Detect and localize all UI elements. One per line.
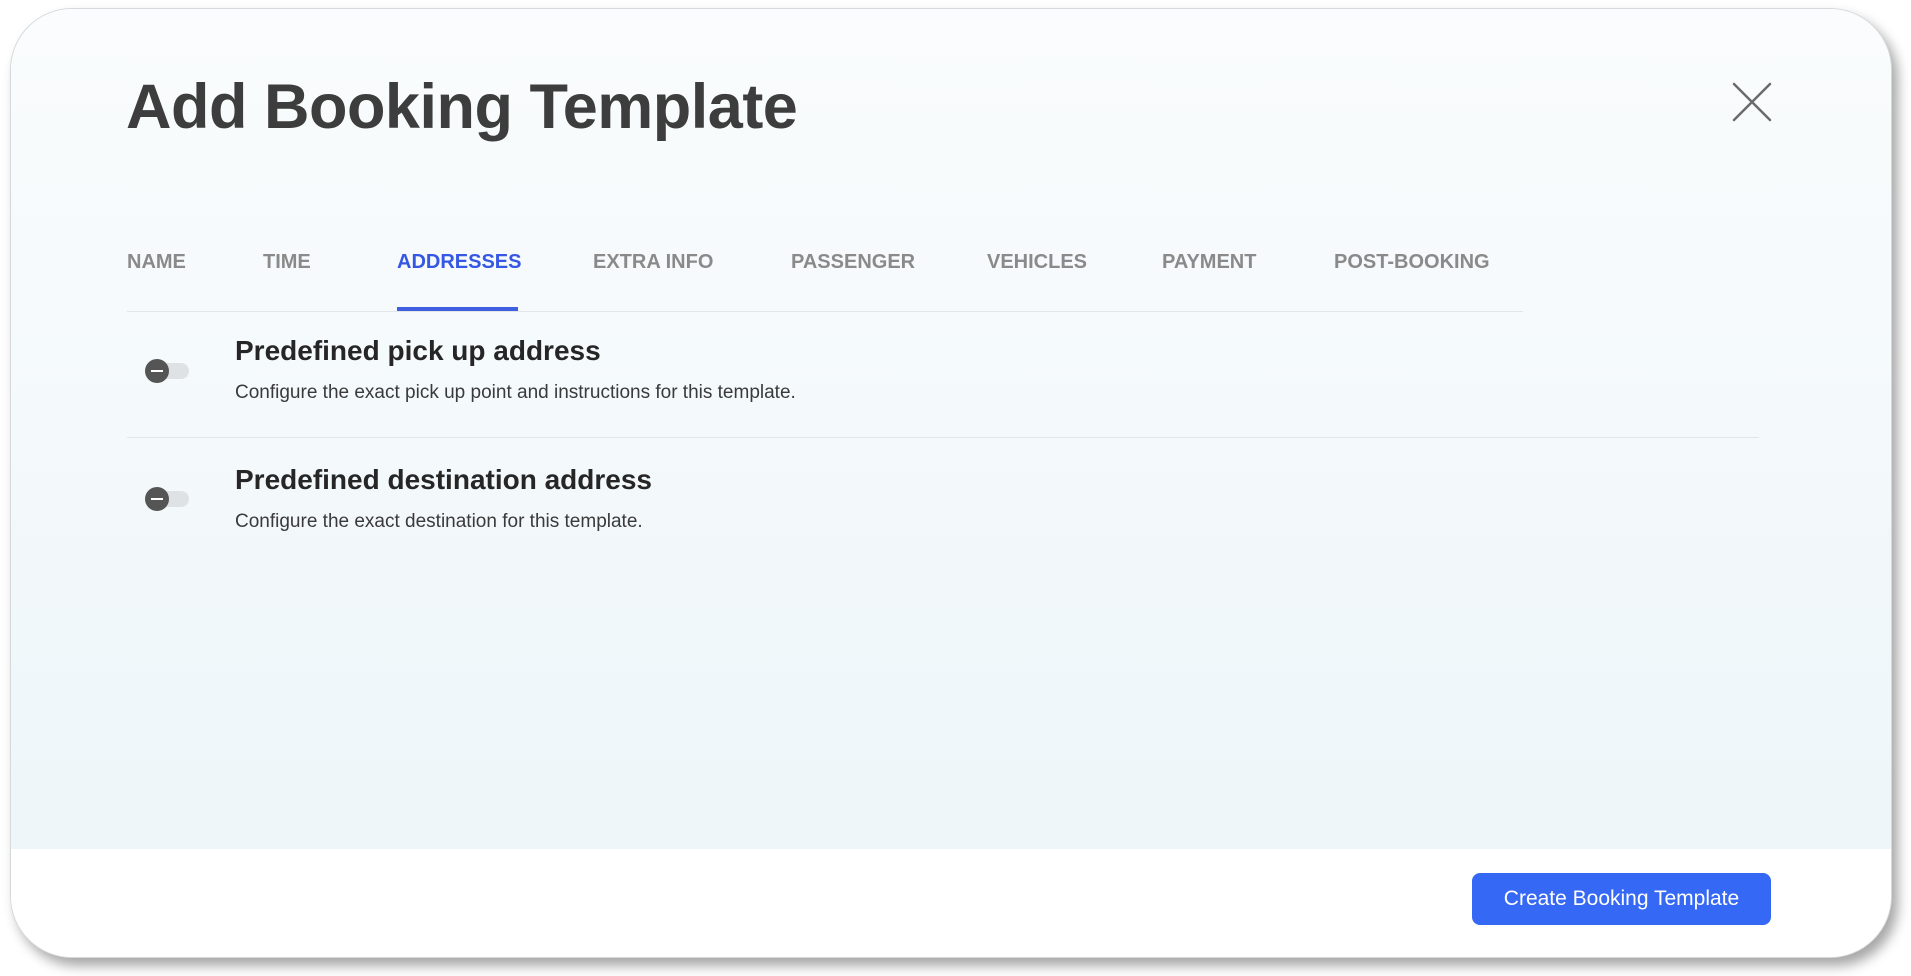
destination-address-title: Predefined destination address (235, 464, 652, 495)
destination-address-option: Predefined destination address Configure… (127, 439, 1759, 569)
close-icon (1732, 82, 1772, 122)
dialog-body: Add Booking Template NAME TIME ADDRESSES… (11, 9, 1891, 849)
tab-addresses[interactable]: ADDRESSES (397, 251, 521, 274)
toggle-knob (145, 359, 169, 383)
destination-address-toggle[interactable] (145, 487, 189, 511)
toggle-knob (145, 487, 169, 511)
destination-address-description: Configure the exact destination for this… (235, 511, 643, 532)
tab-passenger[interactable]: PASSENGER (791, 251, 915, 274)
tab-name[interactable]: NAME (127, 251, 186, 274)
tab-extra-info[interactable]: EXTRA INFO (593, 251, 713, 274)
add-booking-template-dialog: Add Booking Template NAME TIME ADDRESSES… (10, 8, 1892, 958)
tab-bar: NAME TIME ADDRESSES EXTRA INFO PASSENGER… (127, 229, 1523, 312)
pickup-address-description: Configure the exact pick up point and in… (235, 382, 796, 403)
tab-post-booking[interactable]: POST-BOOKING (1334, 251, 1490, 274)
dialog-footer: Create Booking Template (11, 849, 1891, 957)
create-booking-template-button[interactable]: Create Booking Template (1472, 873, 1771, 925)
pickup-address-option: Predefined pick up address Configure the… (127, 311, 1759, 438)
dialog-title: Add Booking Template (126, 72, 798, 142)
tab-vehicles[interactable]: VEHICLES (987, 251, 1087, 274)
pickup-address-title: Predefined pick up address (235, 335, 601, 366)
tab-time[interactable]: TIME (263, 251, 311, 274)
pickup-address-toggle[interactable] (145, 359, 189, 383)
close-button[interactable] (1731, 81, 1773, 123)
tab-payment[interactable]: PAYMENT (1162, 251, 1256, 274)
